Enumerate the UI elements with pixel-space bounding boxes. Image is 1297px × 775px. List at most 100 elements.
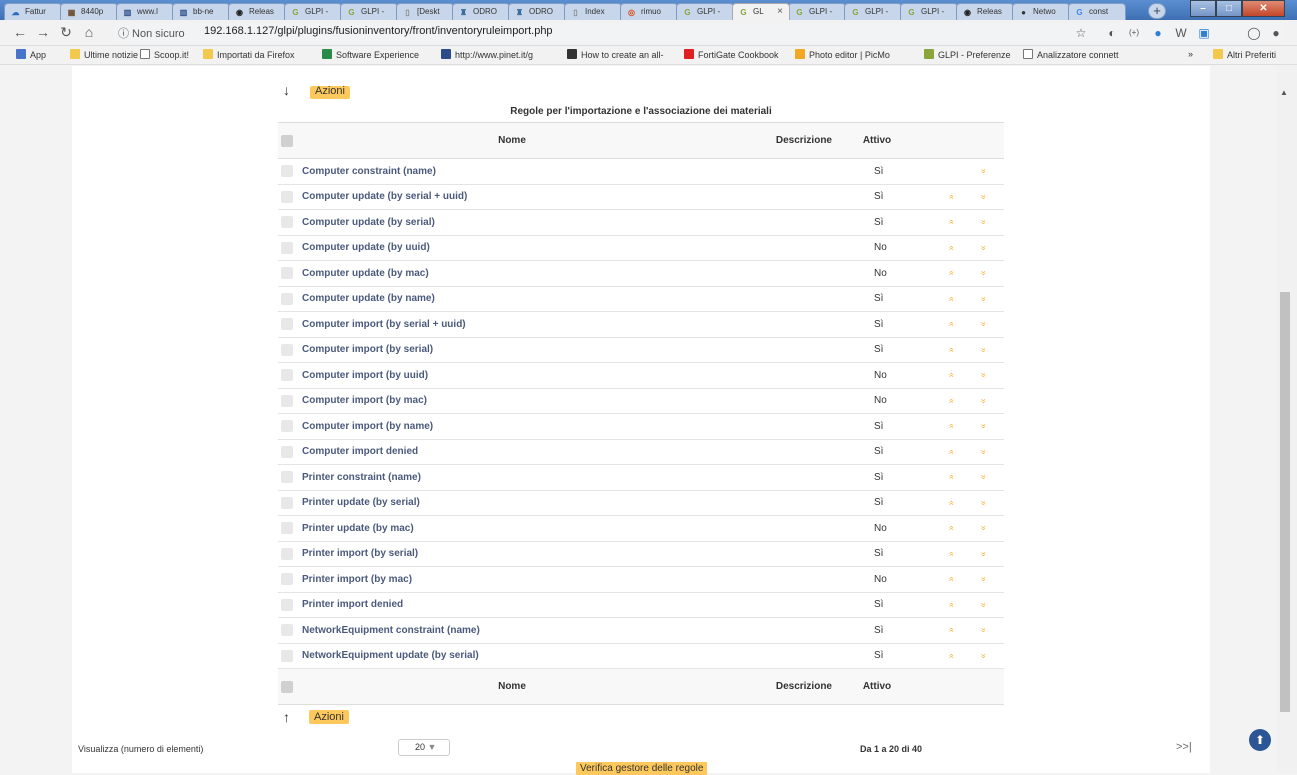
browser-tab[interactable]: G GLPI - [900, 3, 958, 20]
browser-tab[interactable]: ▥ www.l [116, 3, 174, 20]
row-checkbox[interactable] [281, 394, 293, 407]
star-icon[interactable]: ☆ [1073, 25, 1089, 41]
rule-name-link[interactable]: Computer import (by serial + uuid) [302, 319, 734, 330]
footer-name[interactable]: Nome [302, 681, 722, 692]
rule-name-link[interactable]: Printer update (by serial) [302, 497, 734, 508]
bookmarks-more[interactable]: » [1188, 49, 1193, 59]
extension-icon[interactable]: ● [1150, 25, 1166, 41]
select-all-checkbox-bottom[interactable] [281, 680, 293, 693]
rule-name-link[interactable]: Computer update (by name) [302, 293, 734, 304]
row-checkbox[interactable] [281, 292, 293, 305]
rule-name-link[interactable]: Computer import (by serial) [302, 344, 734, 355]
forward-icon[interactable]: → [35, 24, 51, 40]
row-checkbox[interactable] [281, 445, 293, 458]
bookmark-item[interactable]: Photo editor | PicMo [795, 49, 890, 60]
extension-icon[interactable]: (+) [1126, 25, 1142, 41]
browser-tab[interactable]: ♜ ODRO [508, 3, 566, 20]
pager-last-button[interactable]: >>| [1176, 741, 1192, 753]
rule-name-link[interactable]: Printer import (by mac) [302, 574, 734, 585]
rule-name-link[interactable]: Computer import (by mac) [302, 395, 734, 406]
row-checkbox[interactable] [281, 522, 293, 535]
extension-icon[interactable]: ◐ [1104, 25, 1120, 41]
extension-icon[interactable]: W [1173, 25, 1189, 41]
row-checkbox[interactable] [281, 547, 293, 560]
row-checkbox[interactable] [281, 496, 293, 509]
maximize-button[interactable]: □ [1216, 0, 1242, 17]
row-checkbox[interactable] [281, 573, 293, 586]
close-window-button[interactable]: ✕ [1242, 0, 1285, 17]
header-active[interactable]: Attivo [832, 135, 922, 146]
browser-tab[interactable]: G GLPI - [788, 3, 846, 20]
browser-tab[interactable]: ◎ rimuo [620, 3, 678, 20]
move-up-icon[interactable]: « [947, 640, 957, 672]
rule-name-link[interactable]: NetworkEquipment update (by serial) [302, 650, 734, 661]
footer-active[interactable]: Attivo [832, 681, 922, 692]
reload-icon[interactable]: ↻ [58, 24, 74, 40]
menu-icon[interactable]: ● [1268, 25, 1284, 41]
bookmark-item[interactable]: Software Experience [322, 49, 419, 60]
browser-tab[interactable]: ♜ ODRO [452, 3, 510, 20]
rule-name-link[interactable]: Computer update (by serial) [302, 217, 734, 228]
browser-tab[interactable]: G GL × [732, 3, 790, 20]
browser-tab[interactable]: ▯ [Deskt [396, 3, 454, 20]
row-checkbox[interactable] [281, 471, 293, 484]
bookmark-item[interactable]: Importati da Firefox [203, 49, 295, 60]
scroll-to-top-button[interactable]: ⬆ [1249, 729, 1271, 751]
back-icon[interactable]: ← [12, 24, 28, 40]
rule-name-link[interactable]: Computer update (by mac) [302, 268, 734, 279]
scroll-up-icon[interactable]: ▲ [1280, 88, 1288, 97]
rule-name-link[interactable]: Computer update (by uuid) [302, 242, 734, 253]
row-checkbox[interactable] [281, 343, 293, 356]
row-checkbox[interactable] [281, 420, 293, 433]
row-checkbox[interactable] [281, 369, 293, 382]
row-checkbox[interactable] [281, 598, 293, 611]
header-description[interactable]: Descrizione [722, 135, 832, 146]
row-checkbox[interactable] [281, 241, 293, 254]
rule-name-link[interactable]: Computer constraint (name) [302, 166, 734, 177]
rule-name-link[interactable]: Printer import (by serial) [302, 548, 734, 559]
browser-tab[interactable]: G GLPI - [844, 3, 902, 20]
rule-name-link[interactable]: Printer constraint (name) [302, 472, 734, 483]
browser-tab[interactable]: G GLPI - [284, 3, 342, 20]
browser-tab[interactable]: G GLPI - [676, 3, 734, 20]
select-all-checkbox[interactable] [281, 134, 293, 147]
new-tab-button[interactable]: + [1148, 3, 1166, 19]
footer-description[interactable]: Descrizione [722, 681, 832, 692]
url-text[interactable]: 192.168.1.127/glpi/plugins/fusioninvento… [204, 25, 553, 37]
security-indicator[interactable]: ⓘ Non sicuro [118, 25, 185, 41]
verify-rules-button[interactable]: Verifica gestore delle regole [576, 762, 708, 775]
bookmark-item[interactable]: FortiGate Cookbook [684, 49, 779, 60]
scrollbar-thumb[interactable] [1280, 292, 1290, 712]
row-checkbox[interactable] [281, 318, 293, 331]
row-checkbox[interactable] [281, 216, 293, 229]
extension-icon[interactable]: ▣ [1196, 25, 1212, 41]
bookmark-item[interactable]: App [16, 49, 46, 60]
move-down-icon[interactable]: » [979, 640, 989, 672]
rule-name-link[interactable]: Computer import (by uuid) [302, 370, 734, 381]
header-name[interactable]: Nome [302, 135, 722, 146]
bookmark-item[interactable]: Analizzatore connett [1023, 49, 1119, 60]
actions-button-bottom[interactable]: Azioni [309, 710, 349, 724]
rule-name-link[interactable]: Computer update (by serial + uuid) [302, 191, 734, 202]
opera-icon[interactable]: ◯ [1246, 25, 1262, 41]
rule-name-link[interactable]: Printer update (by mac) [302, 523, 734, 534]
row-checkbox[interactable] [281, 624, 293, 637]
pager-select[interactable]: 20 ▼ [398, 739, 450, 756]
minimize-button[interactable]: – [1190, 0, 1216, 17]
bookmark-item[interactable]: How to create an all- [567, 49, 664, 60]
bookmark-item[interactable]: Ultime notizie [70, 49, 138, 60]
browser-tab[interactable]: ● Netwo [1012, 3, 1070, 20]
browser-tab[interactable]: ▥ bb-ne [172, 3, 230, 20]
bookmark-item[interactable]: http://www.pinet.it/g [441, 49, 533, 60]
rule-name-link[interactable]: Printer import denied [302, 599, 734, 610]
row-checkbox[interactable] [281, 267, 293, 280]
bookmark-item[interactable]: Scoop.it! [140, 49, 189, 60]
browser-tab[interactable]: ◉ Releas [228, 3, 286, 20]
row-checkbox[interactable] [281, 165, 293, 178]
browser-tab[interactable]: ◉ Releas [956, 3, 1014, 20]
rule-name-link[interactable]: Computer import denied [302, 446, 734, 457]
browser-tab[interactable]: ▦ 8440p [60, 3, 118, 20]
rule-name-link[interactable]: Computer import (by name) [302, 421, 734, 432]
browser-tab[interactable]: ▯ Index [564, 3, 622, 20]
row-checkbox[interactable] [281, 649, 293, 662]
